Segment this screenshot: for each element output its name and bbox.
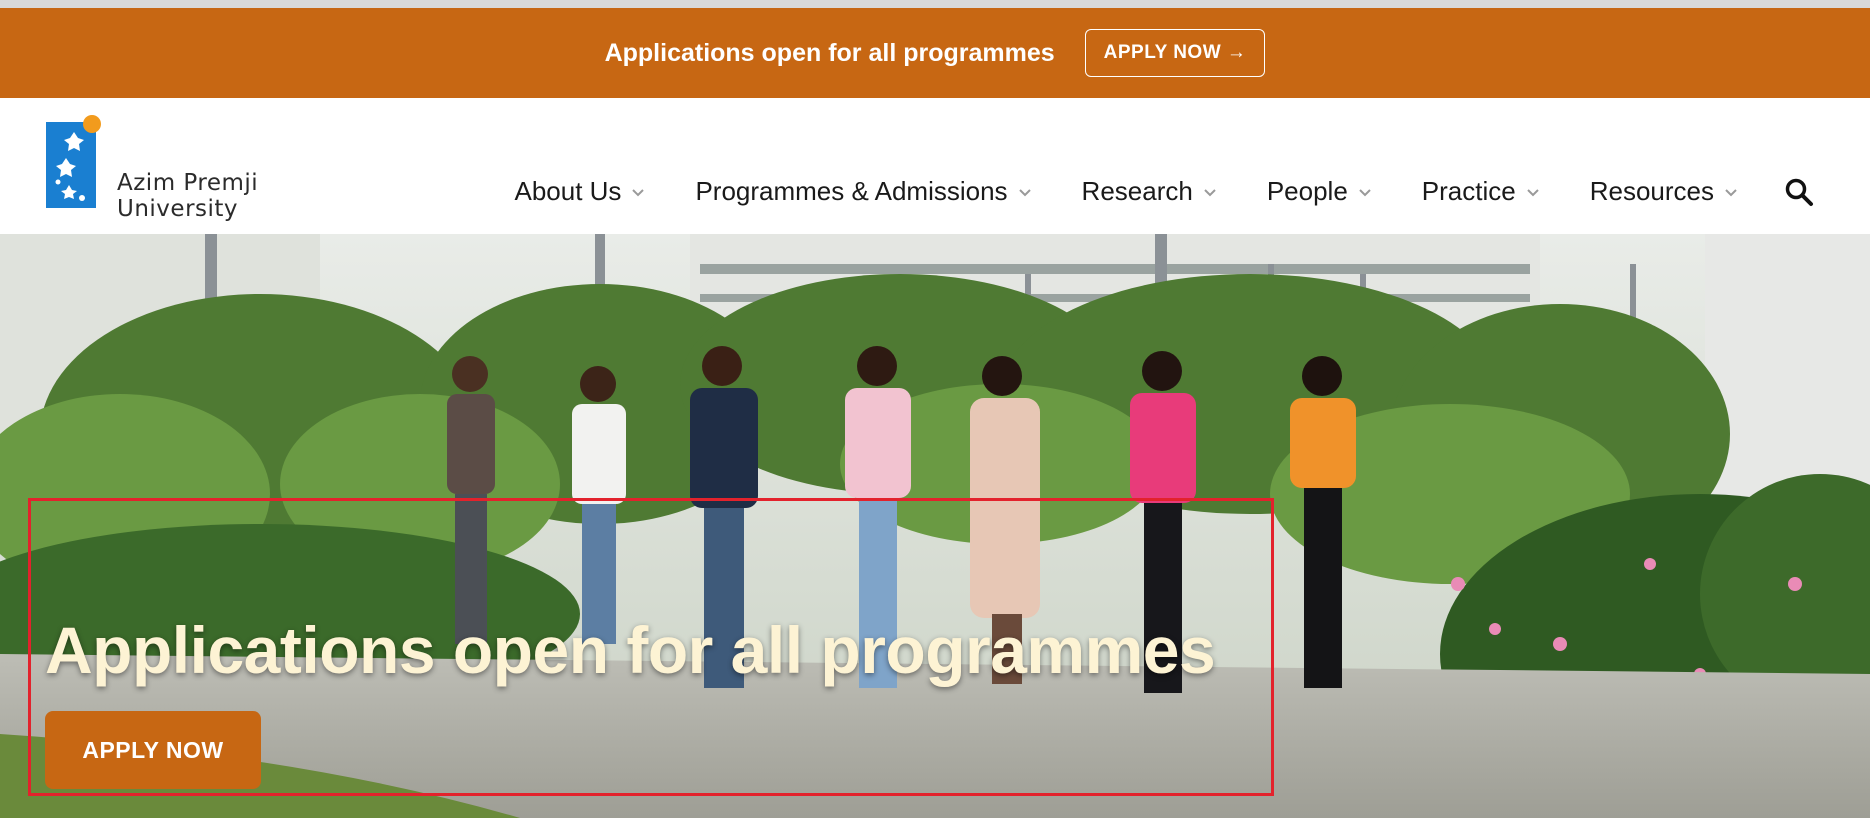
hero-banner: Applications open for all programmes APP… — [0, 234, 1870, 818]
logo-line2: University — [117, 196, 239, 222]
nav-practice-label: Practice — [1421, 176, 1516, 206]
nav-about-us[interactable]: About Us — [514, 176, 645, 207]
search-icon[interactable] — [1784, 177, 1814, 207]
logo-line1: Azim Premji — [117, 170, 259, 196]
logo-wordmark: Azim Premji University — [117, 170, 258, 222]
university-logo[interactable]: Azim Premji University — [44, 112, 264, 222]
nav-people[interactable]: People — [1267, 176, 1372, 207]
nav-resources-label: Resources — [1589, 176, 1714, 206]
nav-resources[interactable]: Resources — [1590, 176, 1738, 207]
nav-research-label: Research — [1081, 176, 1193, 206]
university-logo-icon — [46, 115, 101, 208]
chevron-down-icon — [1204, 188, 1216, 196]
chevron-down-icon — [1359, 188, 1371, 196]
nav-about-us-label: About Us — [514, 176, 622, 206]
announcement-bar: Applications open for all programmes APP… — [0, 8, 1870, 98]
primary-nav: About Us Programmes & Admissions Researc… — [514, 176, 1814, 207]
chevron-down-icon — [1725, 188, 1737, 196]
chevron-down-icon — [632, 188, 645, 196]
nav-people-label: People — [1266, 176, 1348, 206]
nav-programmes-admissions[interactable]: Programmes & Admissions — [695, 176, 1031, 207]
main-navbar: Azim Premji University About Us Programm… — [0, 98, 1870, 234]
top-strip — [0, 0, 1870, 8]
announcement-apply-button[interactable]: APPLY NOW → — [1084, 29, 1266, 77]
nav-research[interactable]: Research — [1082, 176, 1217, 207]
chevron-down-icon — [1527, 188, 1539, 196]
nav-practice[interactable]: Practice — [1422, 176, 1540, 207]
hero-title: Applications open for all programmes — [45, 613, 1216, 687]
chevron-down-icon — [1018, 188, 1031, 196]
nav-programmes-admissions-label: Programmes & Admissions — [695, 176, 1008, 206]
announcement-text: Applications open for all programmes — [604, 38, 1055, 67]
hero-apply-now-button[interactable]: APPLY NOW — [45, 711, 261, 789]
